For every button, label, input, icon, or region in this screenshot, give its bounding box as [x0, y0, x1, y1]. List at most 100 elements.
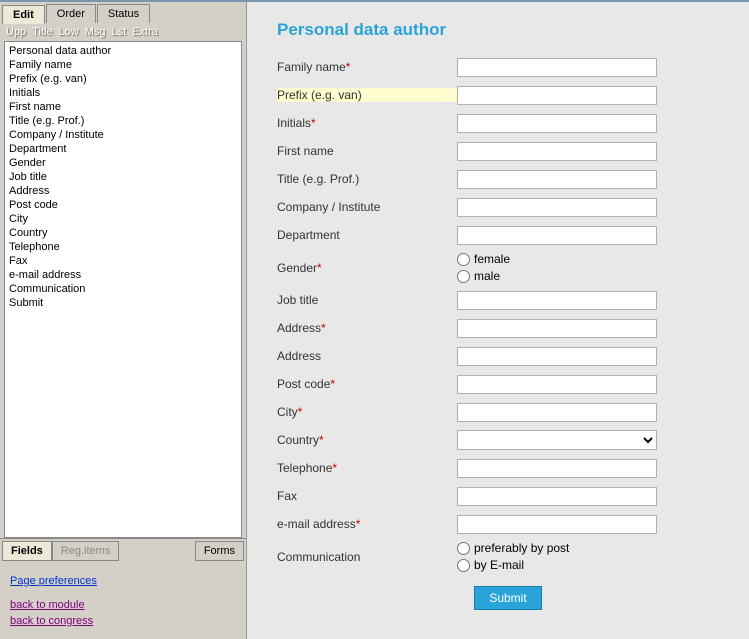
- form-panel: Personal data author Family name* Prefix …: [247, 2, 749, 639]
- label-title: Title (e.g. Prof.): [277, 172, 457, 186]
- list-item[interactable]: Title (e.g. Prof.): [9, 114, 237, 128]
- toolbar-low[interactable]: Low: [59, 26, 79, 38]
- required-asterisk: *: [321, 321, 326, 335]
- radio-option[interactable]: female: [457, 252, 657, 266]
- tab-order[interactable]: Order: [46, 4, 96, 23]
- input-wrap-fax: [457, 487, 657, 506]
- list-item[interactable]: Department: [9, 142, 237, 156]
- form-row-first_name: First name: [277, 140, 739, 162]
- tab-edit[interactable]: Edit: [2, 5, 45, 24]
- radio-gender-1[interactable]: [457, 270, 470, 283]
- form-row-city: City*: [277, 401, 739, 423]
- submit-button[interactable]: Submit: [474, 586, 541, 610]
- input-company[interactable]: [457, 198, 657, 217]
- toolbar-title[interactable]: Title: [32, 26, 52, 38]
- input-telephone[interactable]: [457, 459, 657, 478]
- radio-communication-1[interactable]: [457, 559, 470, 572]
- input-wrap-city: [457, 403, 657, 422]
- label-telephone: Telephone*: [277, 461, 457, 475]
- toolbar-upp[interactable]: Upp: [6, 26, 26, 38]
- list-item[interactable]: City: [9, 212, 237, 226]
- input-post_code[interactable]: [457, 375, 657, 394]
- label-fax: Fax: [277, 489, 457, 503]
- radio-gender-0[interactable]: [457, 253, 470, 266]
- input-prefix[interactable]: [457, 86, 657, 105]
- radio-option[interactable]: by E-mail: [457, 558, 657, 572]
- form-row-prefix: Prefix (e.g. van): [277, 84, 739, 106]
- link-back-congress[interactable]: back to congress: [10, 613, 236, 629]
- label-family_name: Family name*: [277, 60, 457, 74]
- toolbar-msg[interactable]: Msg: [85, 26, 106, 38]
- input-wrap-title: [457, 170, 657, 189]
- list-item[interactable]: First name: [9, 100, 237, 114]
- list-item[interactable]: Initials: [9, 86, 237, 100]
- tab-status[interactable]: Status: [97, 4, 150, 23]
- radio-communication-0[interactable]: [457, 542, 470, 555]
- form-title: Personal data author: [277, 20, 739, 40]
- radio-option[interactable]: male: [457, 269, 657, 283]
- form-row-address1: Address*: [277, 317, 739, 339]
- list-item[interactable]: Fax: [9, 254, 237, 268]
- label-email: e-mail address*: [277, 517, 457, 531]
- list-item[interactable]: Gender: [9, 156, 237, 170]
- list-item[interactable]: Prefix (e.g. van): [9, 72, 237, 86]
- input-job_title[interactable]: [457, 291, 657, 310]
- required-asterisk: *: [356, 517, 361, 531]
- form-row-communication: Communicationpreferably by postby E-mail: [277, 541, 739, 572]
- form-row-address2: Address: [277, 345, 739, 367]
- input-department[interactable]: [457, 226, 657, 245]
- btab-forms[interactable]: Forms: [195, 541, 244, 561]
- input-address2[interactable]: [457, 347, 657, 366]
- list-item[interactable]: Country: [9, 226, 237, 240]
- form-row-initials: Initials*: [277, 112, 739, 134]
- input-initials[interactable]: [457, 114, 657, 133]
- input-fax[interactable]: [457, 487, 657, 506]
- radio-group-gender: female male: [457, 252, 657, 283]
- link-back-module[interactable]: back to module: [10, 597, 236, 613]
- form-row-job_title: Job title: [277, 289, 739, 311]
- input-wrap-first_name: [457, 142, 657, 161]
- radio-option[interactable]: preferably by post: [457, 541, 657, 555]
- required-asterisk: *: [311, 116, 316, 130]
- input-email[interactable]: [457, 515, 657, 534]
- link-page-prefs[interactable]: Page preferences: [10, 573, 236, 589]
- input-family_name[interactable]: [457, 58, 657, 77]
- form-row-post_code: Post code*: [277, 373, 739, 395]
- label-city: City*: [277, 405, 457, 419]
- btab-fields[interactable]: Fields: [2, 541, 52, 561]
- label-initials: Initials*: [277, 116, 457, 130]
- form-row-title: Title (e.g. Prof.): [277, 168, 739, 190]
- input-wrap-address2: [457, 347, 657, 366]
- list-item[interactable]: Address: [9, 184, 237, 198]
- input-wrap-family_name: [457, 58, 657, 77]
- toolbar-extra[interactable]: Extra: [132, 26, 158, 38]
- list-item[interactable]: Submit: [9, 296, 237, 310]
- input-address1[interactable]: [457, 319, 657, 338]
- list-item[interactable]: Post code: [9, 198, 237, 212]
- form-row-fax: Fax: [277, 485, 739, 507]
- input-wrap-gender: female male: [457, 252, 657, 283]
- required-asterisk: *: [317, 261, 322, 275]
- input-wrap-post_code: [457, 375, 657, 394]
- input-first_name[interactable]: [457, 142, 657, 161]
- form-row-department: Department: [277, 224, 739, 246]
- input-wrap-communication: preferably by post by E-mail: [457, 541, 657, 572]
- input-title[interactable]: [457, 170, 657, 189]
- list-item[interactable]: Job title: [9, 170, 237, 184]
- radio-label: by E-mail: [474, 558, 524, 572]
- list-item[interactable]: Telephone: [9, 240, 237, 254]
- input-city[interactable]: [457, 403, 657, 422]
- input-wrap-telephone: [457, 459, 657, 478]
- toolbar-lst[interactable]: Lst: [112, 26, 127, 38]
- list-item[interactable]: Family name: [9, 58, 237, 72]
- label-gender: Gender*: [277, 261, 457, 275]
- btab-regitems[interactable]: Reg.items: [52, 541, 120, 561]
- list-item[interactable]: Company / Institute: [9, 128, 237, 142]
- list-item[interactable]: Communication: [9, 282, 237, 296]
- list-item[interactable]: e-mail address: [9, 268, 237, 282]
- label-address1: Address*: [277, 321, 457, 335]
- field-listbox[interactable]: Personal data authorFamily namePrefix (e…: [4, 41, 242, 538]
- form-body: Family name* Prefix (e.g. van) Initials* Fi…: [277, 56, 739, 572]
- select-country[interactable]: [457, 430, 657, 450]
- list-item[interactable]: Personal data author: [9, 44, 237, 58]
